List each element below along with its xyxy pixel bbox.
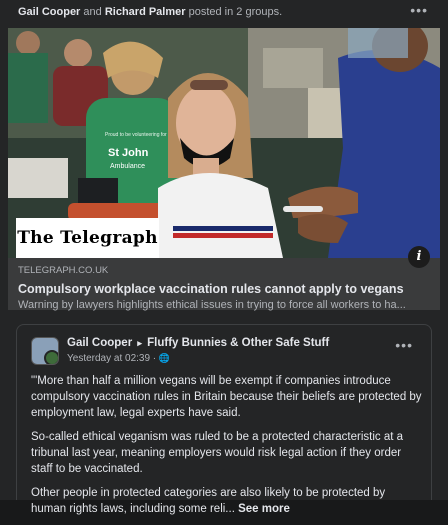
see-more-link[interactable]: See more [238, 503, 290, 515]
shared-post: Gail Cooper ▸ Fluffy Bunnies & Other Saf… [16, 324, 432, 515]
link-domain: TELEGRAPH.CO.UK [18, 265, 109, 276]
publisher-logo: The Telegraph [16, 218, 159, 258]
arrow-right-icon: ▸ [137, 338, 142, 348]
shared-author-link[interactable]: Gail Cooper [67, 337, 132, 349]
post-paragraph-text: Other people in protected categories are… [31, 487, 386, 515]
globe-icon: 🌐 [158, 353, 171, 363]
avatar[interactable] [31, 337, 59, 365]
post-paragraph-last: Other people in protected categories are… [31, 485, 423, 517]
post-card: Gail Cooper and Richard Palmer posted in… [0, 0, 448, 515]
shirt-small-text: Proud to be volunteering for [105, 132, 167, 138]
post-paragraph: So-called ethical veganism was ruled to … [31, 431, 404, 475]
author-link-1[interactable]: Gail Cooper [18, 6, 80, 18]
post-body: "'More than half a million vegans will b… [31, 373, 423, 525]
shirt-text-2: Ambulance [110, 163, 145, 170]
group-link[interactable]: Fluffy Bunnies & Other Safe Stuff [147, 337, 329, 349]
post-options-button[interactable]: ••• [410, 2, 428, 18]
link-description: Warning by lawyers highlights ethical is… [18, 299, 406, 311]
shared-post-author-line: Gail Cooper ▸ Fluffy Bunnies & Other Saf… [67, 337, 329, 349]
article-photo[interactable]: Proud to be volunteering for St John Amb… [8, 28, 440, 258]
author-link-2[interactable]: Richard Palmer [105, 6, 186, 18]
telegraph-logo-text: The Telegraph [17, 228, 158, 248]
and-text: and [83, 6, 102, 18]
link-meta[interactable]: TELEGRAPH.CO.UK Compulsory workplace vac… [18, 265, 432, 311]
group-avatar [44, 350, 58, 364]
link-title[interactable]: Compulsory workplace vaccination rules c… [18, 282, 432, 296]
posted-in-text: posted in 2 groups. [188, 6, 283, 18]
post-timestamp[interactable]: Yesterday at 02:39 · 🌐 [67, 353, 170, 364]
link-preview[interactable]: Proud to be volunteering for St John Amb… [8, 28, 440, 311]
post-attribution: Gail Cooper and Richard Palmer posted in… [18, 6, 282, 18]
post-paragraph: "'More than half a million vegans will b… [31, 375, 422, 419]
shared-post-options-button[interactable]: ••• [395, 337, 413, 353]
shirt-text: St John [108, 147, 149, 159]
timestamp-text[interactable]: Yesterday at 02:39 · [67, 353, 159, 364]
post-header: Gail Cooper and Richard Palmer posted in… [0, 0, 448, 28]
